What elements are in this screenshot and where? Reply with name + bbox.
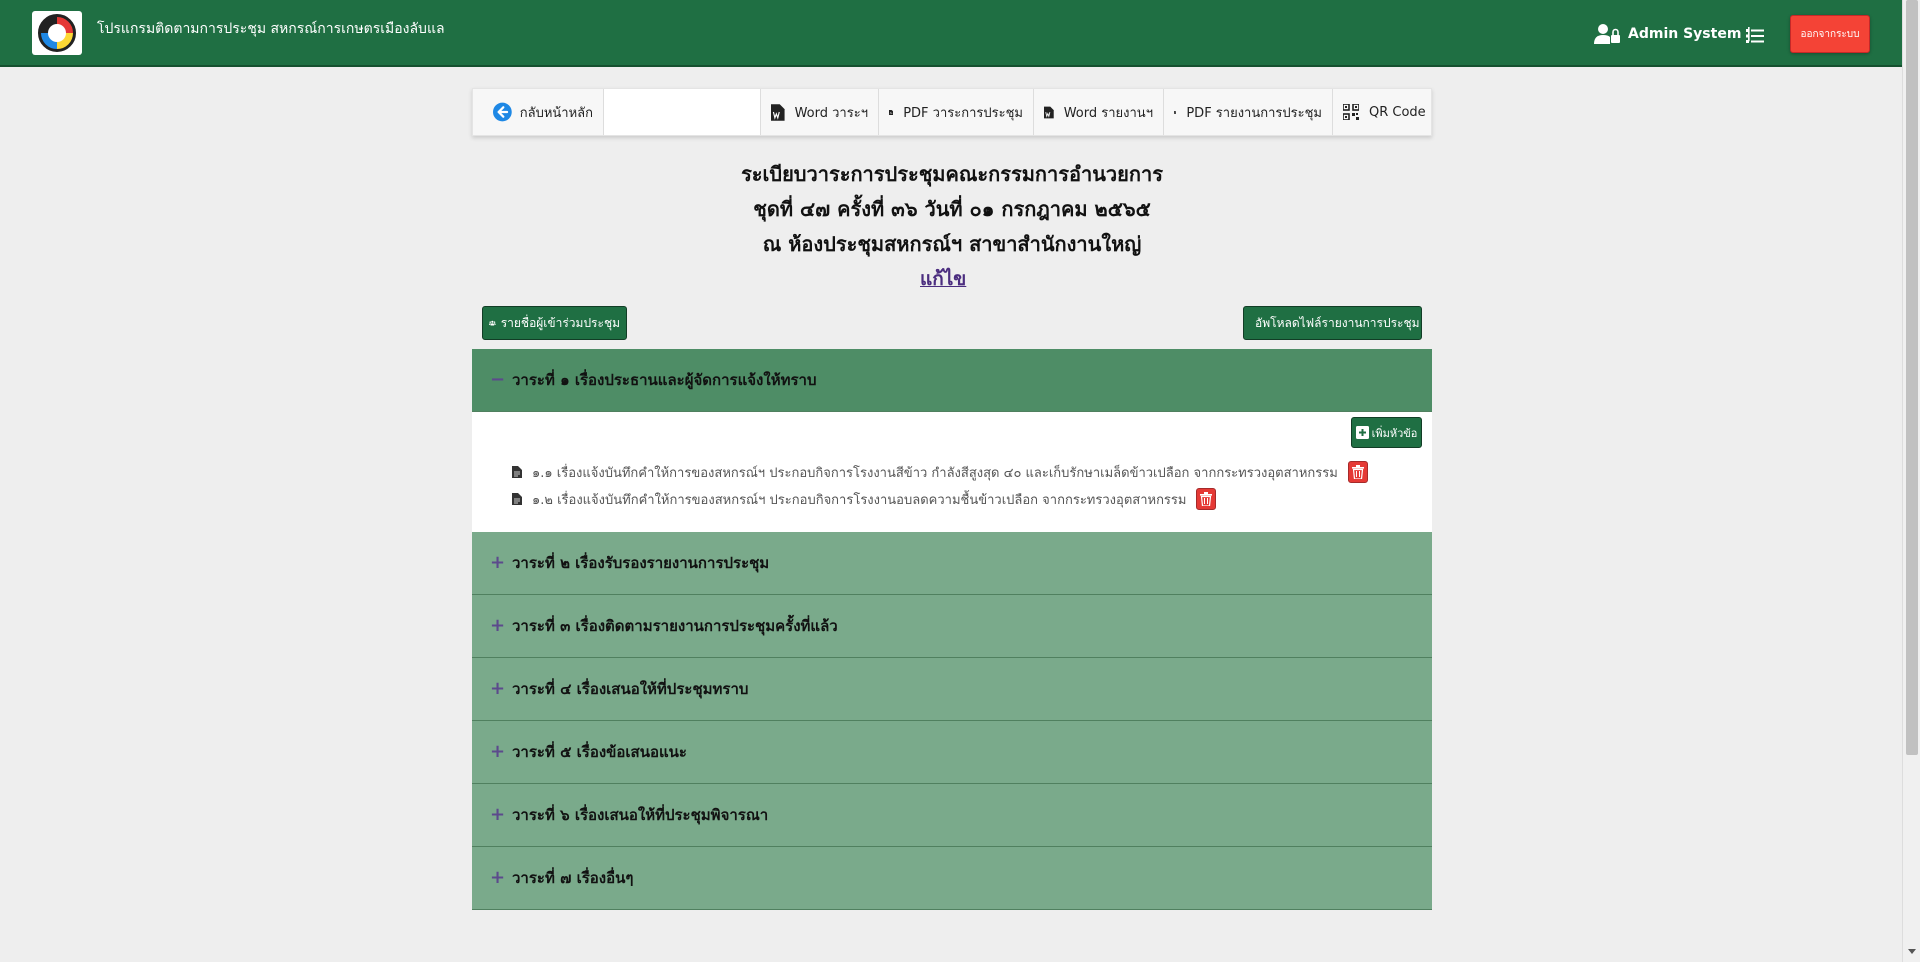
expand-icon: +	[490, 804, 506, 825]
agenda-item-label: วาระที่ ๖ เรื่องเสนอให้ที่ประชุมพิจารณา	[512, 806, 769, 824]
back-home-button[interactable]: กลับหน้าหลัก	[473, 89, 604, 135]
meeting-session: ชุดที่ ๔๗ ครั้งที่ ๓๖ วันที่ ๐๑ กรกฎาคม …	[753, 197, 1151, 221]
user-menu[interactable]: Admin System |	[1594, 24, 1751, 44]
upload-report-button[interactable]: อัพโหลดไฟล์รายงานการประชุม	[1243, 306, 1422, 340]
cooperative-logo[interactable]	[32, 11, 82, 55]
arrow-left-circle-icon	[493, 102, 512, 122]
logout-button[interactable]: ออกจากระบบ	[1790, 15, 1870, 53]
sub-item-label: ๑.๑ เรื่องแจ้งบันทึกคำให้การของสหกรณ์ฯ ป…	[532, 465, 1338, 481]
agenda-item-1-body: เพิ่มหัวข้อ ๑.๑ เรื่องแจ้งบันทึกคำให้การ…	[472, 412, 1432, 532]
agenda-item-label: วาระที่ ๓ เรื่องติดตามรายงานการประชุมครั…	[512, 617, 838, 635]
search-input[interactable]	[604, 89, 761, 135]
meeting-title: ระเบียบวาระการประชุมคณะกรรมการอำนวยการ	[741, 162, 1163, 186]
meeting-location: ณ ห้องประชุมสหกรณ์ฯ สาขาสำนักงานใหญ่	[762, 232, 1142, 256]
document-toolbar: กลับหน้าหลัก Word วาระฯ PDF วาระการประชุ…	[472, 88, 1432, 136]
agenda-item-2-header[interactable]: + วาระที่ ๒ เรื่องรับรองรายงานการประชุม	[472, 532, 1432, 595]
collapse-icon: −	[490, 369, 506, 390]
agenda-item-label: วาระที่ ๒ เรื่องรับรองรายงานการประชุม	[512, 554, 770, 572]
expand-icon: +	[490, 678, 506, 699]
pdf-report-button[interactable]: PDF รายงานการประชุม	[1164, 89, 1333, 135]
meeting-heading: ระเบียบวาระการประชุมคณะกรรมการอำนวยการ ช…	[472, 157, 1432, 262]
agenda-item-6-header[interactable]: + วาระที่ ๖ เรื่องเสนอให้ที่ประชุมพิจารณ…	[472, 784, 1432, 847]
scroll-down-arrow-icon[interactable]	[1908, 949, 1916, 954]
sub-item-label: ๑.๒ เรื่องแจ้งบันทึกคำให้การของสหกรณ์ฯ ป…	[532, 492, 1187, 508]
agenda-item-7-header[interactable]: + วาระที่ ๗ เรื่องอื่นๆ	[472, 847, 1432, 910]
user-name: Admin System |	[1628, 26, 1752, 42]
pdf-file-icon	[1174, 110, 1177, 114]
word-file-icon	[771, 103, 785, 121]
upload-report-label: อัพโหลดไฟล์รายงานการประชุม	[1255, 315, 1420, 330]
expand-icon: +	[490, 741, 506, 762]
agenda-item-label: วาระที่ ๑ เรื่องประธานและผู้จัดการแจ้งให…	[512, 371, 817, 389]
word-report-button[interactable]: Word รายงานฯ	[1034, 89, 1164, 135]
list-item[interactable]: ๑.๒ เรื่องแจ้งบันทึกคำให้การของสหกรณ์ฯ ป…	[512, 488, 1217, 510]
agenda-item-4-header[interactable]: + วาระที่ ๔ เรื่องเสนอให้ที่ประชุมทราบ	[472, 658, 1432, 721]
agenda-item-label: วาระที่ ๗ เรื่องอื่นๆ	[512, 869, 634, 887]
qr-code-label: QR Code	[1369, 104, 1426, 120]
attendees-button[interactable]: รายชื่อผู้เข้าร่วมประชุม	[482, 306, 627, 340]
agenda-item-3-header[interactable]: + วาระที่ ๓ เรื่องติดตามรายงานการประชุมค…	[472, 595, 1432, 658]
list-item[interactable]: ๑.๑ เรื่องแจ้งบันทึกคำให้การของสหกรณ์ฯ ป…	[512, 461, 1368, 483]
agenda-item-label: วาระที่ ๔ เรื่องเสนอให้ที่ประชุมทราบ	[512, 680, 749, 698]
agenda-item-5-header[interactable]: + วาระที่ ๕ เรื่องข้อเสนอแนะ	[472, 721, 1432, 784]
expand-icon: +	[490, 552, 506, 573]
expand-icon: +	[490, 615, 506, 636]
edit-link[interactable]: แก้ไข	[920, 264, 966, 294]
word-report-label: Word รายงานฯ	[1063, 105, 1153, 121]
word-file-icon	[1044, 106, 1054, 118]
back-home-label: กลับหน้าหลัก	[519, 105, 593, 121]
agenda-item-1-header[interactable]: − วาระที่ ๑ เรื่องประธานและผู้จัดการแจ้ง…	[472, 349, 1432, 412]
expand-icon: +	[490, 867, 506, 888]
add-topic-label: เพิ่มหัวข้อ	[1371, 426, 1418, 440]
file-text-icon	[512, 466, 522, 478]
trash-icon	[1351, 465, 1364, 479]
qr-code-button[interactable]: QR Code	[1333, 89, 1436, 135]
attendees-label: รายชื่อผู้เข้าร่วมประชุม	[500, 315, 620, 330]
word-agenda-label: Word วาระฯ	[794, 105, 868, 121]
pdf-agenda-label: PDF วาระการประชุม	[903, 105, 1023, 121]
file-text-icon	[512, 493, 522, 505]
delete-sub-item-button[interactable]	[1347, 461, 1368, 483]
add-topic-button[interactable]: เพิ่มหัวข้อ	[1351, 417, 1422, 448]
list-menu-icon[interactable]	[1746, 28, 1764, 44]
pdf-agenda-button[interactable]: PDF วาระการประชุม	[879, 89, 1034, 135]
word-agenda-button[interactable]: Word วาระฯ	[761, 89, 879, 135]
logo-emblem	[38, 14, 76, 52]
pdf-file-icon	[889, 109, 894, 115]
users-icon	[489, 320, 496, 326]
agenda-accordion: − วาระที่ ๑ เรื่องประธานและผู้จัดการแจ้ง…	[472, 349, 1432, 910]
qr-code-icon	[1343, 104, 1359, 120]
scrollbar-thumb[interactable]	[1906, 0, 1918, 755]
page-scrollbar[interactable]	[1902, 0, 1920, 962]
delete-sub-item-button[interactable]	[1196, 488, 1217, 510]
pdf-report-label: PDF รายงานการประชุม	[1186, 105, 1322, 121]
agenda-item-label: วาระที่ ๕ เรื่องข้อเสนอแนะ	[512, 743, 687, 761]
top-navbar: โปรแกรมติดตามการประชุม สหกรณ์การเกษตรเมื…	[0, 0, 1902, 67]
trash-icon	[1200, 492, 1213, 506]
plus-square-icon	[1355, 426, 1369, 439]
app-title: โปรแกรมติดตามการประชุม สหกรณ์การเกษตรเมื…	[97, 21, 445, 37]
user-lock-icon	[1594, 24, 1620, 44]
